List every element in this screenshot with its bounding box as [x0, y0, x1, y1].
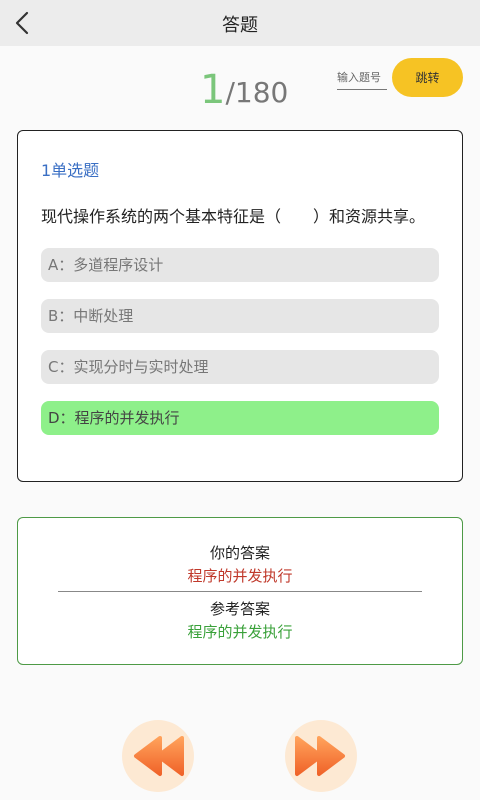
counter-separator: /	[225, 76, 235, 109]
option-c[interactable]: C：实现分时与实时处理	[41, 350, 439, 384]
question-type-label: 1单选题	[41, 161, 100, 180]
option-d[interactable]: D：程序的并发执行	[41, 401, 439, 435]
next-question-button[interactable]	[285, 720, 357, 792]
option-b[interactable]: B：中断处理	[41, 299, 439, 333]
your-answer-value: 程序的并发执行	[187, 567, 293, 585]
answer-card: 你的答案 程序的并发执行 参考答案 程序的并发执行	[17, 517, 463, 665]
page-title: 答题	[222, 15, 258, 36]
current-question-number: 1	[200, 67, 226, 113]
question-number-input[interactable]	[337, 66, 387, 90]
total-questions: 180	[234, 76, 289, 109]
option-a[interactable]: A：多道程序设计	[41, 248, 439, 282]
reference-answer-value: 程序的并发执行	[187, 623, 293, 641]
answer-divider	[58, 591, 422, 592]
your-answer-label: 你的答案	[209, 544, 270, 562]
question-text: 现代操作系统的两个基本特征是（ ）和资源共享。	[41, 207, 426, 226]
reference-answer-label: 参考答案	[209, 600, 270, 618]
question-counter: 1 / 180	[200, 62, 288, 112]
question-card: 1单选题 现代操作系统的两个基本特征是（ ）和资源共享。 A：多道程序设计 B：…	[17, 130, 463, 482]
fast-forward-icon	[295, 736, 345, 776]
header-bar: 答题	[0, 0, 480, 46]
jump-button[interactable]: 跳转	[392, 58, 463, 97]
previous-question-button[interactable]	[122, 720, 194, 792]
rewind-icon	[134, 736, 184, 776]
